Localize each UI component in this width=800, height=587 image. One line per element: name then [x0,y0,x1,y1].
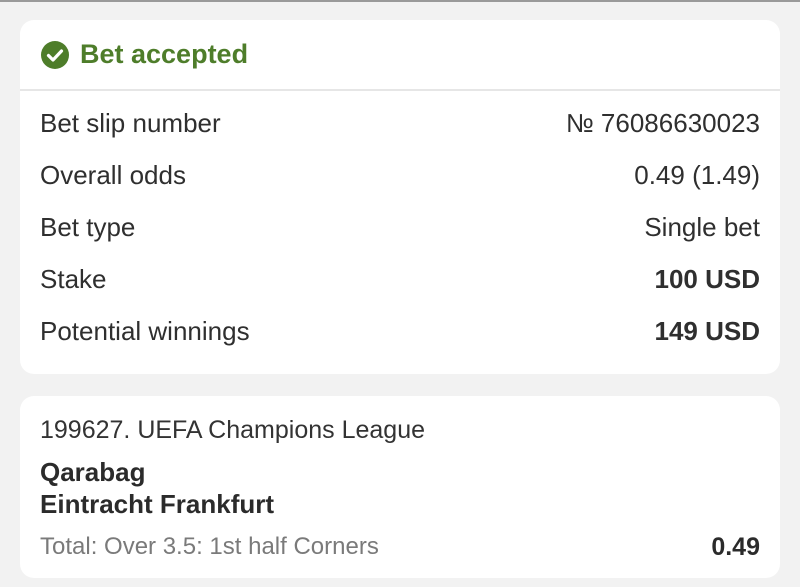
bet-slip-number-row: Bet slip number № 76086630023 [40,97,760,149]
overall-odds-value: 0.49 (1.49) [634,159,760,190]
bet-type-label: Bet type [40,211,136,242]
potential-winnings-label: Potential winnings [40,315,250,346]
event-card[interactable]: 199627. UEFA Champions League Qarabag Ei… [20,396,780,578]
top-divider [0,0,800,2]
stake-row: Stake 100 USD [40,253,760,305]
stake-value: 100 USD [654,263,761,294]
potential-winnings-row: Potential winnings 149 USD [40,305,760,357]
bet-status-title: Bet accepted [80,39,249,69]
bet-summary-card: Bet accepted Bet slip number № 760866300… [20,20,780,374]
stake-label: Stake [40,263,107,294]
bet-type-value: Single bet [644,211,760,242]
team-away: Eintracht Frankfurt [40,489,275,519]
bet-type-row: Bet type Single bet [40,201,760,253]
check-circle-icon [41,40,69,69]
bet-slip-number-label: Bet slip number [40,107,221,138]
league-name: 199627. UEFA Champions League [40,416,425,444]
overall-odds-row: Overall odds 0.49 (1.49) [40,149,760,201]
bet-details-list: Bet slip number № 76086630023 Overall od… [20,97,780,357]
bet-status-header: Bet accepted [20,20,780,91]
bet-slip-number-value: № 76086630023 [565,107,760,138]
overall-odds-label: Overall odds [40,159,186,190]
potential-winnings-value: 149 USD [654,315,761,346]
market-odds: 0.49 [711,532,760,561]
market-row: Total: Over 3.5: 1st half Corners 0.49 [40,530,760,564]
market-description: Total: Over 3.5: 1st half Corners [40,533,379,560]
team-home: Qarabag [40,457,146,487]
